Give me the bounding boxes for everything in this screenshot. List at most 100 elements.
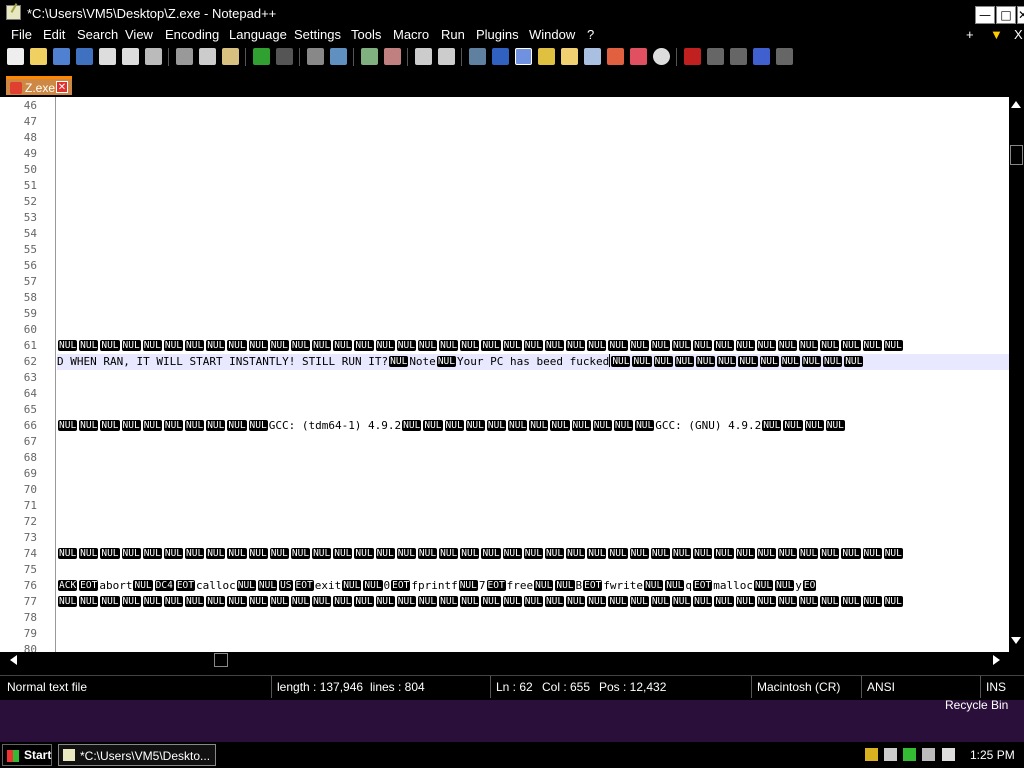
- nul-char: NUL: [248, 340, 268, 351]
- vertical-scroll-thumb[interactable]: [1010, 145, 1023, 165]
- flag-icon[interactable]: [903, 748, 916, 761]
- menu-run[interactable]: Run: [441, 27, 465, 42]
- text-line-76[interactable]: ACK EOT abort NUL DC4 EOT calloc NUL NUL US EOT exi…: [57, 578, 817, 594]
- text-line-74[interactable]: NUL NUL NUL NUL NUL NUL NUL NUL NUL NUL NUL NUL NUL N…: [57, 546, 904, 562]
- clock[interactable]: 1:25 PM: [970, 748, 1015, 762]
- nul-char: NUL: [820, 548, 840, 559]
- horizontal-scroll-thumb[interactable]: [214, 653, 228, 667]
- indent-guide-icon[interactable]: [515, 48, 532, 65]
- menu-language[interactable]: Language: [229, 27, 287, 42]
- monitor-icon[interactable]: [630, 48, 647, 65]
- toolbar-separator: [676, 48, 677, 66]
- vertical-scrollbar[interactable]: [1009, 97, 1024, 652]
- new-doc-plus-button[interactable]: +: [966, 27, 974, 42]
- scroll-right-icon[interactable]: [993, 655, 1000, 665]
- undo-icon[interactable]: [253, 48, 270, 65]
- cut-icon[interactable]: [176, 48, 193, 65]
- find-icon[interactable]: [307, 48, 324, 65]
- menu-edit[interactable]: Edit: [43, 27, 65, 42]
- ime-icon[interactable]: [884, 748, 897, 761]
- close-icon[interactable]: [99, 48, 116, 65]
- folder-workspace-icon[interactable]: [607, 48, 624, 65]
- sync-h-icon[interactable]: [438, 48, 455, 65]
- shield-icon[interactable]: [865, 748, 878, 761]
- save-all-icon[interactable]: [76, 48, 93, 65]
- scroll-left-icon[interactable]: [10, 655, 17, 665]
- editor-pane[interactable]: 46 47 48 49 50 51 52 53 54 55 56 57 58 59 60 61 62 63 64 65…: [0, 97, 1009, 652]
- print-icon[interactable]: [145, 48, 162, 65]
- text-line-61[interactable]: NUL NUL NUL NUL NUL NUL NUL NUL NUL NUL NUL NUL NUL N…: [57, 338, 904, 354]
- save-icon[interactable]: [53, 48, 70, 65]
- redo-icon[interactable]: [276, 48, 293, 65]
- menu-encoding[interactable]: Encoding: [165, 27, 219, 42]
- nul-char: NUL: [58, 420, 78, 431]
- nul-char: NUL: [883, 340, 903, 351]
- text-line-77[interactable]: NUL NUL NUL NUL NUL NUL NUL NUL NUL NUL NUL NUL NUL N…: [57, 594, 904, 610]
- paste-icon[interactable]: [222, 48, 239, 65]
- start-button[interactable]: Start: [2, 744, 52, 766]
- menu-tools[interactable]: Tools: [351, 27, 381, 42]
- scroll-up-icon[interactable]: [1011, 101, 1021, 108]
- menu-plugins[interactable]: Plugins: [476, 27, 519, 42]
- run-macro-icon[interactable]: [753, 48, 770, 65]
- sync-v-icon[interactable]: [415, 48, 432, 65]
- open-file-icon[interactable]: [30, 48, 47, 65]
- eye-icon[interactable]: [653, 48, 670, 65]
- control-char: EOT: [391, 580, 411, 591]
- line-number: 49: [23, 147, 37, 160]
- nul-char: NUL: [389, 356, 409, 367]
- symbol-text: B: [575, 579, 583, 592]
- menu-window[interactable]: Window: [529, 27, 575, 42]
- copy-icon[interactable]: [199, 48, 216, 65]
- status-eol[interactable]: Macintosh (CR): [751, 676, 840, 698]
- doc-map-icon[interactable]: [561, 48, 578, 65]
- notepad-app-icon[interactable]: [6, 5, 21, 20]
- menu-file[interactable]: File: [11, 27, 32, 42]
- menu-help[interactable]: ?: [587, 27, 594, 42]
- network-icon[interactable]: [922, 748, 935, 761]
- show-all-chars-icon[interactable]: [492, 48, 509, 65]
- title-bar[interactable]: *C:\Users\VM5\Desktop\Z.exe - Notepad++ …: [0, 0, 1024, 26]
- recycle-bin-label[interactable]: Recycle Bin: [945, 698, 1008, 712]
- menu-search[interactable]: Search: [77, 27, 118, 42]
- udl-icon[interactable]: [538, 48, 555, 65]
- new-file-icon[interactable]: [7, 48, 24, 65]
- zoom-in-icon[interactable]: [361, 48, 378, 65]
- replace-icon[interactable]: [330, 48, 347, 65]
- minimize-button[interactable]: —: [975, 6, 995, 24]
- menu-view[interactable]: View: [125, 27, 153, 42]
- nul-char: NUL: [714, 340, 734, 351]
- menu-macro[interactable]: Macro: [393, 27, 429, 42]
- tab-close-icon[interactable]: ✕: [56, 81, 68, 93]
- line-number: 67: [23, 435, 37, 448]
- nul-char: NUL: [185, 548, 205, 559]
- text-area[interactable]: NUL NUL NUL NUL NUL NUL NUL NUL NUL NUL NUL NUL NUL N…: [57, 97, 1009, 652]
- menu-settings[interactable]: Settings: [294, 27, 341, 42]
- save-macro-icon[interactable]: [776, 48, 793, 65]
- close-doc-button[interactable]: X: [1014, 27, 1023, 42]
- tab-z-exe[interactable]: Z.exe ✕: [6, 76, 72, 95]
- text-line-62[interactable]: D WHEN RAN, IT WILL START INSTANTLY! STI…: [57, 354, 864, 370]
- record-macro-icon[interactable]: [684, 48, 701, 65]
- horizontal-scrollbar[interactable]: [0, 652, 1024, 668]
- line-number: 73: [23, 531, 37, 544]
- text-line-66[interactable]: NUL NUL NUL NUL NUL NUL NUL NUL NUL NUL GCC: (tdm6…: [57, 418, 846, 434]
- volume-icon[interactable]: [942, 748, 955, 761]
- tab-list-arrow-button[interactable]: ▼: [990, 27, 1003, 42]
- nul-char: NUL: [375, 340, 395, 351]
- play-macro-icon[interactable]: [730, 48, 747, 65]
- nul-char: NUL: [333, 548, 353, 559]
- maximize-button[interactable]: □: [996, 6, 1016, 24]
- status-encoding[interactable]: ANSI: [861, 676, 895, 698]
- function-list-icon[interactable]: [584, 48, 601, 65]
- taskbar-notepad-button[interactable]: *C:\Users\VM5\Deskto...: [58, 744, 216, 766]
- zoom-out-icon[interactable]: [384, 48, 401, 65]
- close-button[interactable]: ✕: [1017, 6, 1024, 24]
- close-all-icon[interactable]: [122, 48, 139, 65]
- stop-record-icon[interactable]: [707, 48, 724, 65]
- scroll-down-icon[interactable]: [1011, 637, 1021, 644]
- tab-label: Z.exe: [25, 81, 56, 95]
- word-wrap-icon[interactable]: [469, 48, 486, 65]
- gcc-string-2: GCC: (GNU) 4.9.2: [655, 419, 762, 432]
- nul-char: NUL: [799, 548, 819, 559]
